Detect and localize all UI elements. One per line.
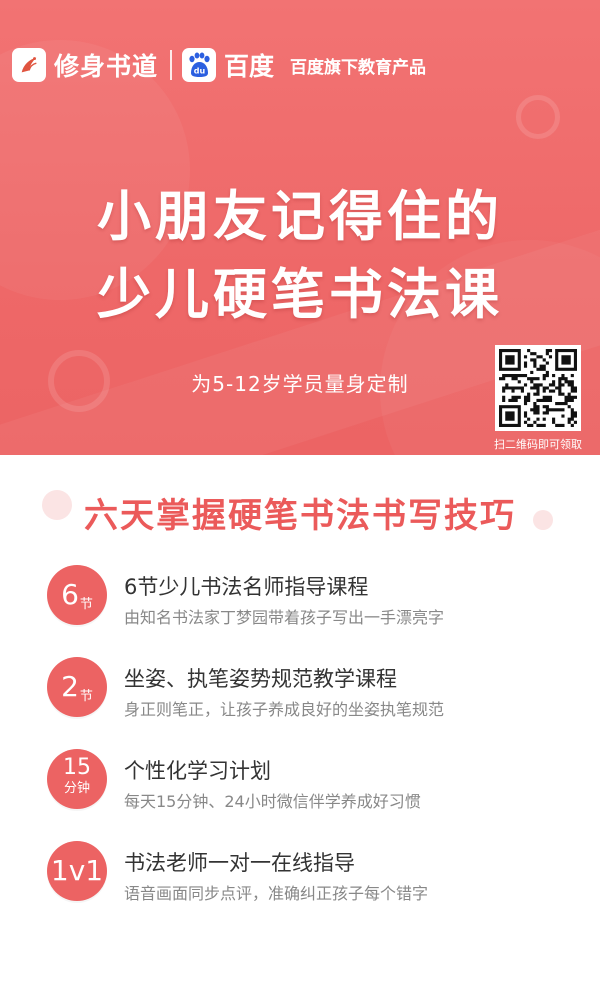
badge-number: 2 — [61, 670, 79, 703]
feature-number-badge: 1v1 — [47, 841, 107, 901]
main-title-line-2: 少儿硬笔书法课 — [97, 263, 503, 326]
section-title: 六天掌握硬笔书法书写技巧 — [84, 496, 516, 536]
badge-number: 15 — [63, 755, 91, 780]
feature-item: 6节 6节少儿书法名师指导课程 由知名书法家丁梦园带着孩子写出一手漂亮字 — [0, 560, 600, 650]
feature-title: 个性化学习计划 — [124, 759, 271, 783]
feature-description: 每天15分钟、24小时微信伴学养成好习惯 — [124, 792, 421, 811]
crane-logo-icon — [12, 48, 46, 82]
feature-number-badge: 6节 — [47, 565, 107, 625]
feature-item: 2节 坐姿、执笔姿势规范教学课程 身正则笔正，让孩子养成良好的坐姿执笔规范 — [0, 652, 600, 742]
qr-finder — [499, 349, 521, 371]
header-banner: 修身书道 du 百度 百度旗下教育产品 小朋友记得住的 少儿硬笔书法课 为5-1… — [0, 0, 600, 455]
brand-divider — [170, 50, 173, 80]
qr-finder — [499, 405, 521, 427]
feature-item: 1v1 书法老师一对一在线指导 语音画面同步点评，准确纠正孩子每个错字 — [0, 836, 600, 926]
qr-code[interactable] — [495, 345, 581, 431]
feature-title: 书法老师一对一在线指导 — [124, 851, 355, 875]
qr-finder — [555, 349, 577, 371]
feature-title: 6节少儿书法名师指导课程 — [124, 575, 369, 599]
feature-description: 身正则笔正，让孩子养成良好的坐姿执笔规范 — [124, 700, 445, 719]
feature-description: 语音画面同步点评，准确纠正孩子每个错字 — [124, 884, 429, 903]
main-title-line-1: 小朋友记得住的 — [97, 185, 503, 248]
feature-description: 由知名书法家丁梦园带着孩子写出一手漂亮字 — [124, 608, 445, 627]
tagline: 百度旗下教育产品 — [290, 57, 427, 78]
feature-title: 坐姿、执笔姿势规范教学课程 — [124, 667, 397, 691]
badge-unit: 分钟 — [63, 781, 90, 796]
feature-number-badge: 2节 — [47, 657, 107, 717]
badge-number: 6 — [61, 578, 79, 611]
decor-ring — [516, 95, 560, 139]
badge-number: 1v1 — [50, 854, 104, 887]
baidu-du-text: du — [194, 67, 206, 76]
brand-name: 修身书道 — [54, 52, 159, 81]
baidu-paw-icon: du — [182, 48, 217, 82]
badge-unit: 节 — [79, 597, 93, 612]
feature-number-badge: 15 分钟 — [47, 749, 107, 809]
promo-page: 修身书道 du 百度 百度旗下教育产品 小朋友记得住的 少儿硬笔书法课 为5-1… — [0, 0, 600, 1000]
badge-unit: 节 — [79, 689, 93, 704]
brand-bar: 修身书道 du 百度 百度旗下教育产品 — [12, 46, 426, 84]
qr-caption: 扫二维码即可领取 — [494, 438, 582, 451]
feature-item: 15 分钟 个性化学习计划 每天15分钟、24小时微信伴学养成好习惯 — [0, 744, 600, 834]
baidu-name: 百度 — [224, 52, 275, 81]
